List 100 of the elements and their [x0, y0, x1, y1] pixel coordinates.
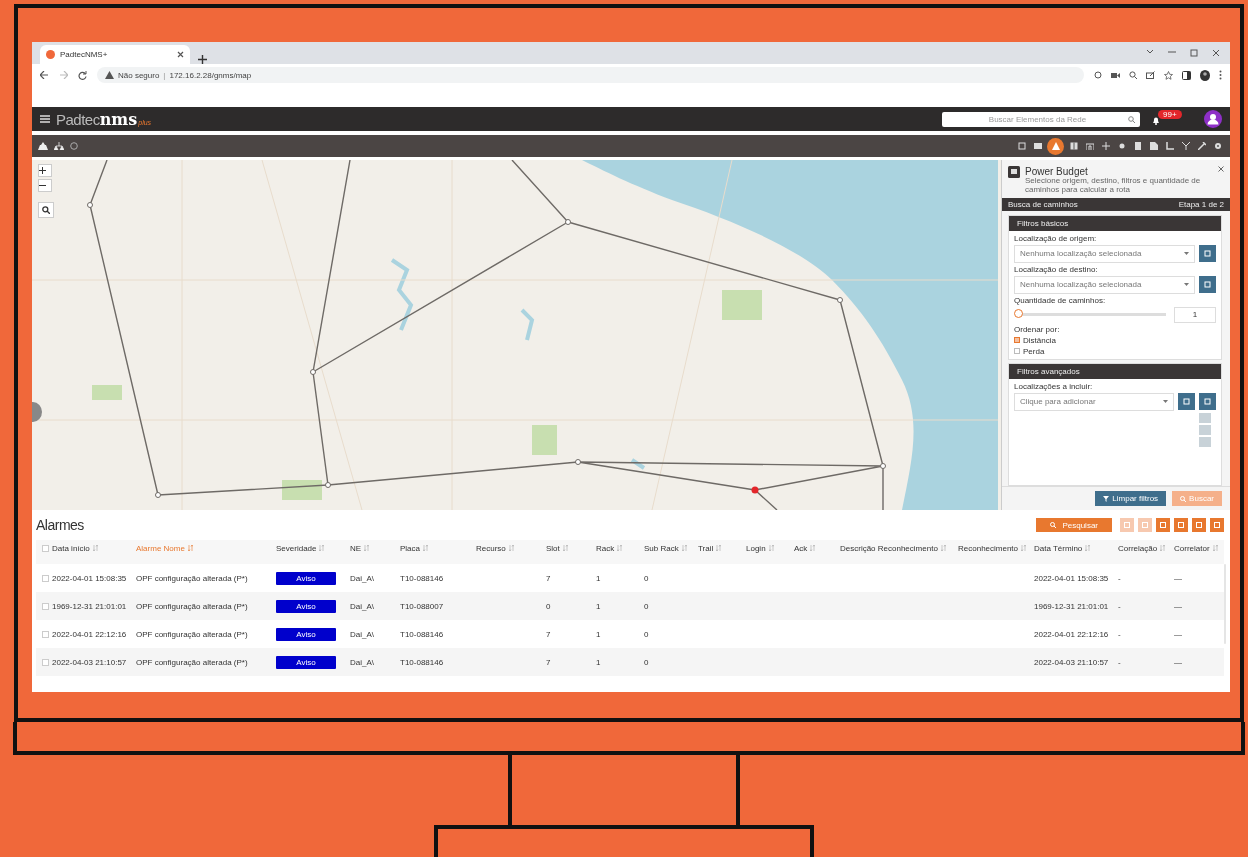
paths-count-field[interactable]: 1	[1174, 306, 1216, 323]
column-header[interactable]: Correlação	[1118, 543, 1158, 553]
location-dropdown[interactable]: Clique para adicionar	[1014, 392, 1174, 411]
forward-icon[interactable]	[59, 71, 68, 79]
profile-icon[interactable]	[1200, 69, 1210, 81]
table-cell: 7	[546, 573, 551, 583]
clear-filters-button[interactable]: Limpar filtros	[1095, 491, 1167, 506]
bookmark-star-icon[interactable]	[1164, 70, 1173, 80]
toolbar-wrench-button[interactable]	[1195, 139, 1208, 153]
card-header[interactable]: Filtros avançados	[1009, 363, 1221, 379]
severity-tag: Aviso	[276, 599, 336, 613]
toolbar-expand-button[interactable]	[1210, 518, 1224, 532]
avatar-icon[interactable]	[1204, 110, 1222, 128]
toolbar-download-button[interactable]	[1192, 518, 1206, 532]
map-search-button[interactable]	[38, 202, 54, 218]
add-location-button[interactable]	[1178, 393, 1195, 411]
close-icon[interactable]	[177, 51, 184, 58]
location-pick-button[interactable]	[1199, 245, 1216, 263]
zoom-out-button[interactable]	[38, 179, 52, 192]
plus-icon	[1101, 142, 1110, 150]
row-checkbox[interactable]	[42, 658, 49, 666]
share-icon[interactable]	[1146, 71, 1155, 79]
calculator-icon	[1008, 166, 1020, 178]
caret-icon	[1184, 283, 1189, 287]
branch-icon	[1181, 142, 1190, 150]
card-header[interactable]: Filtros básicos	[1009, 215, 1221, 231]
table-cell: 0	[546, 601, 551, 611]
toolbar-refresh-button[interactable]	[1174, 518, 1188, 532]
map-pin-icon	[1204, 398, 1211, 406]
radio-button[interactable]	[1014, 348, 1020, 355]
column-header[interactable]: Data Término	[1034, 543, 1083, 553]
chevron-icon[interactable]	[1146, 49, 1154, 55]
network-icon[interactable]	[38, 142, 48, 150]
download-icon	[1196, 522, 1202, 528]
table-cell: 1	[596, 629, 601, 639]
toolbar-warning-button[interactable]	[1047, 137, 1064, 155]
column-header[interactable]: Recurso	[476, 543, 506, 553]
location-dropdown[interactable]: Nenhuma localização selecionada	[1014, 244, 1195, 263]
table-cell: 0	[644, 601, 649, 611]
table-cell: 7	[546, 629, 551, 639]
layer-icon[interactable]	[70, 142, 78, 150]
toolbar-frame-button[interactable]	[1015, 139, 1028, 153]
column-header[interactable]: Trail	[698, 543, 714, 553]
zoom-in-button[interactable]	[38, 164, 52, 177]
select-all-checkbox[interactable]	[42, 544, 49, 552]
search-icon	[42, 206, 50, 214]
browser-tab[interactable]: PadtecNMS+	[40, 45, 190, 64]
zoom-icon[interactable]	[1129, 71, 1137, 79]
column-header[interactable]: Ack	[794, 543, 808, 553]
column-header[interactable]: Sub Rack	[644, 543, 679, 553]
column-header[interactable]: Rack	[596, 543, 615, 553]
separator: |	[163, 70, 166, 80]
toolbar-columns-button[interactable]	[1156, 518, 1170, 532]
slider-thumb[interactable]	[1014, 309, 1023, 319]
column-header[interactable]: Correlator	[1174, 543, 1210, 553]
table-cell: 1	[596, 573, 601, 583]
search-icon	[1050, 522, 1057, 528]
reload-icon[interactable]	[78, 70, 87, 80]
menu-icon[interactable]	[40, 115, 50, 123]
table-cell: T10-088146	[400, 573, 444, 583]
field-label: Localizações a incluir:	[1014, 381, 1094, 391]
sort-icon[interactable]	[187, 545, 193, 552]
radio-button[interactable]	[1014, 337, 1020, 344]
severity-tag: Aviso	[276, 571, 336, 585]
column-header[interactable]: Descrição Reconhecimento	[840, 543, 938, 553]
row-checkbox[interactable]	[42, 574, 49, 582]
location-pick-button[interactable]	[1199, 276, 1216, 294]
column-header[interactable]: Login	[746, 543, 766, 553]
table-cell: Dai_A\	[350, 573, 374, 583]
column-header[interactable]: Placa	[400, 543, 420, 553]
location-pick-button[interactable]	[1199, 393, 1216, 411]
toolbar-corner-button[interactable]	[1163, 139, 1176, 153]
more-icon[interactable]	[1219, 70, 1222, 80]
table-cell: T10-088146	[400, 657, 444, 667]
tab-title: PadtecNMS+	[60, 50, 109, 59]
maximize-icon[interactable]	[1190, 49, 1198, 57]
toolbar-branch-button[interactable]	[1179, 139, 1192, 153]
minimize-icon[interactable]	[1168, 49, 1176, 55]
new-tab-icon[interactable]	[198, 55, 207, 64]
bell-icon[interactable]	[1152, 116, 1160, 125]
table-cell: —	[1174, 657, 1182, 667]
camera-icon[interactable]	[1111, 71, 1120, 79]
toolbar-file-button[interactable]	[1147, 139, 1160, 153]
topology-icon[interactable]	[54, 142, 64, 150]
close-icon[interactable]	[1212, 49, 1220, 57]
column-header[interactable]: Data início	[52, 543, 90, 553]
column-header[interactable]: NE	[350, 543, 362, 553]
column-header[interactable]: Slot	[546, 543, 560, 553]
sidebar-icon[interactable]	[1182, 70, 1191, 80]
address-bar[interactable]: Não seguro | 172.16.2.28/gnms/map	[97, 67, 1084, 83]
column-header[interactable]: Severidade	[276, 543, 317, 553]
table-cell: 0	[644, 657, 649, 667]
back-icon[interactable]	[40, 71, 49, 79]
close-icon[interactable]	[1218, 166, 1224, 172]
column-header[interactable]: Reconhecimento	[958, 543, 1019, 553]
row-checkbox[interactable]	[42, 602, 49, 610]
toolbar-plus-button[interactable]	[1099, 139, 1112, 153]
row-checkbox[interactable]	[42, 630, 49, 638]
table-cell: 1	[596, 601, 601, 611]
location-dropdown[interactable]: Nenhuma localização selecionada	[1014, 275, 1195, 294]
